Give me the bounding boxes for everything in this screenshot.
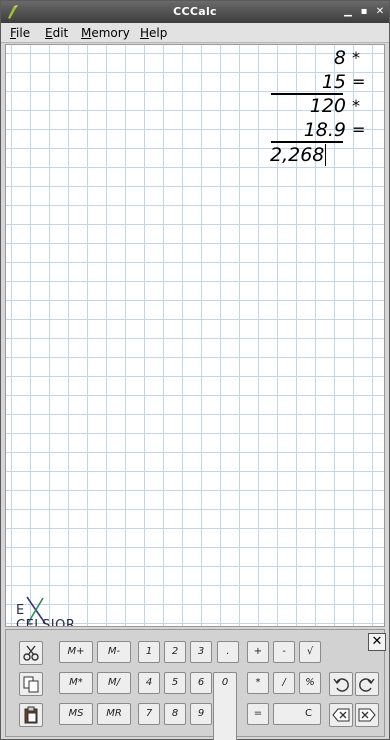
- tape-operator: *: [352, 48, 360, 67]
- multiply-button[interactable]: *: [247, 672, 269, 694]
- tape-value: 15: [321, 71, 346, 93]
- clear-button[interactable]: C: [273, 703, 321, 725]
- close-window-icon[interactable]: ✕: [373, 4, 387, 19]
- undo-icon[interactable]: [329, 672, 353, 696]
- memory-multiply-button[interactable]: M*: [59, 672, 93, 694]
- excelsior-logo: ECELSIOR: [16, 596, 96, 627]
- calculator-window: CCCalc ▁ ▪ ✕ File Edit Memory Help 8 * 1…: [0, 0, 390, 740]
- add-button[interactable]: +: [247, 641, 269, 663]
- tape-operator: *: [352, 96, 360, 115]
- text-caret: [325, 144, 326, 166]
- window-title: CCCalc: [173, 5, 217, 18]
- memory-recall-button[interactable]: MR: [97, 703, 131, 725]
- square-root-button[interactable]: √: [299, 641, 321, 663]
- memory-add-button[interactable]: M+: [59, 641, 93, 663]
- title-bar[interactable]: CCCalc ▁ ▪ ✕: [1, 1, 389, 23]
- decimal-button[interactable]: .: [217, 641, 239, 663]
- digit-4-button[interactable]: 4: [138, 672, 160, 694]
- digit-8-button[interactable]: 8: [164, 703, 186, 725]
- tape-divider: [271, 141, 343, 143]
- digit-0-button[interactable]: 0: [213, 672, 237, 740]
- memory-subtract-button[interactable]: M-: [97, 641, 131, 663]
- close-keypad-button[interactable]: ✕: [368, 633, 386, 651]
- minimize-icon[interactable]: ▁: [341, 4, 355, 19]
- menu-memory[interactable]: Memory: [81, 26, 130, 40]
- menu-edit[interactable]: Edit: [45, 26, 68, 40]
- delete-icon[interactable]: [355, 703, 379, 727]
- paste-icon[interactable]: [19, 703, 43, 727]
- digit-7-button[interactable]: 7: [138, 703, 160, 725]
- tape-operator: =: [352, 120, 366, 139]
- digit-1-button[interactable]: 1: [138, 641, 160, 663]
- logo-text: ECELSIOR: [16, 603, 76, 627]
- digit-2-button[interactable]: 2: [164, 641, 186, 663]
- subtract-button[interactable]: -: [273, 641, 295, 663]
- redo-icon[interactable]: [355, 672, 379, 696]
- divide-button[interactable]: /: [273, 672, 295, 694]
- tape-operator: =: [352, 72, 366, 91]
- menu-bar: File Edit Memory Help: [1, 23, 389, 43]
- keypad-panel: ✕ M+ M- M* M/ MS MR 1 2 3 4 5 6 7 8 9 . …: [5, 629, 386, 740]
- backspace-icon[interactable]: [329, 703, 353, 727]
- tape-value: 8: [333, 47, 346, 69]
- memory-store-button[interactable]: MS: [59, 703, 93, 725]
- maximize-icon[interactable]: ▪: [357, 4, 371, 19]
- digit-6-button[interactable]: 6: [190, 672, 212, 694]
- equals-button[interactable]: =: [247, 703, 269, 725]
- paper-tape[interactable]: 8 * 15 = 120 * 18.9 = 2,268 ECELSIOR: [5, 44, 385, 627]
- percent-button[interactable]: %: [299, 672, 321, 694]
- cut-icon[interactable]: [19, 641, 43, 665]
- digit-5-button[interactable]: 5: [164, 672, 186, 694]
- memory-divide-button[interactable]: M/: [97, 672, 131, 694]
- digit-3-button[interactable]: 3: [190, 641, 212, 663]
- copy-icon[interactable]: [19, 672, 43, 696]
- tape-current-entry[interactable]: 2,268: [270, 144, 324, 166]
- digit-9-button[interactable]: 9: [190, 703, 212, 725]
- tape-value: 18.9: [303, 119, 346, 141]
- menu-file[interactable]: File: [10, 26, 30, 40]
- menu-help[interactable]: Help: [140, 26, 167, 40]
- tape-value: 120: [309, 95, 346, 117]
